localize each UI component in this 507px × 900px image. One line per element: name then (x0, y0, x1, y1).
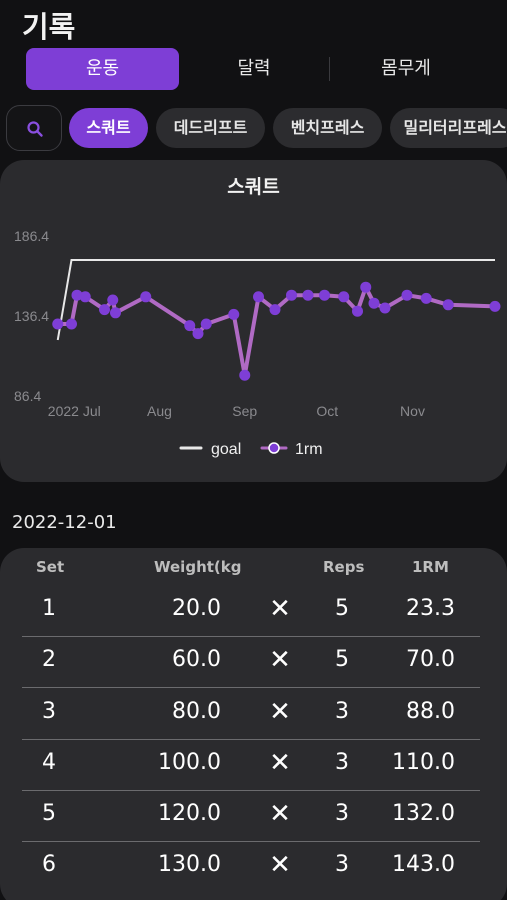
one-rm-point (66, 318, 77, 330)
one-rm-point (286, 289, 297, 301)
one-rm-point (79, 291, 91, 303)
squat-1rm-chart: 186.4 136.4 86.4 2022 Jul Aug Sep Oct Nov goal 1r… (14, 228, 501, 458)
table-row[interactable]: 2 60.0 ✕ 5 70.0 (0, 637, 507, 688)
table-row[interactable]: 4 100.0 ✕ 3 110.0 (0, 740, 507, 791)
set-number: 2 (42, 647, 56, 672)
cross-icon: ✕ (269, 850, 291, 880)
weight-value: 60.0 (172, 647, 221, 672)
y-tick-label: 136.4 (14, 308, 49, 324)
one-rm-point (352, 305, 363, 317)
x-tick-label: Sep (232, 403, 257, 419)
table-row[interactable]: 3 80.0 ✕ 3 88.0 (0, 689, 507, 740)
chip-bench-press[interactable]: 벤치프레스 (273, 108, 382, 148)
reps-value: 3 (335, 699, 349, 724)
table-row[interactable]: 1 20.0 ✕ 5 23.3 (0, 586, 507, 637)
one-rm-point (253, 291, 264, 303)
chip-military-press[interactable]: 밀리터리프레스 (390, 108, 507, 148)
one-rm-point (107, 294, 119, 306)
reps-value: 3 (335, 750, 349, 775)
exercise-chip-row: 스쿼트 데드리프트 벤치프레스 밀리터리프레스 (0, 104, 507, 152)
row-divider (22, 687, 480, 688)
set-number: 5 (42, 801, 56, 826)
one-rm-point (368, 297, 380, 309)
one-rm-point (401, 289, 413, 301)
header-reps: Reps (323, 558, 365, 576)
table-row[interactable]: 5 120.0 ✕ 3 132.0 (0, 791, 507, 842)
reps-value: 5 (335, 647, 349, 672)
reps-value: 5 (335, 596, 349, 621)
reps-value: 3 (335, 852, 349, 877)
chip-deadlift[interactable]: 데드리프트 (156, 108, 265, 148)
segmented-tabs: 운동 달력 몸무게 (26, 48, 482, 90)
one-rm-value: 132.0 (392, 801, 455, 826)
cross-icon: ✕ (269, 697, 291, 727)
x-tick-label: Oct (316, 403, 338, 419)
table-row[interactable]: 6 130.0 ✕ 3 143.0 (0, 842, 507, 893)
y-tick-label: 86.4 (14, 388, 41, 404)
cross-icon: ✕ (269, 594, 291, 624)
weight-value: 100.0 (158, 750, 221, 775)
one-rm-point (489, 300, 501, 312)
cross-icon: ✕ (269, 748, 291, 778)
one-rm-value: 143.0 (392, 852, 455, 877)
set-number: 3 (42, 699, 56, 724)
tab-exercise[interactable]: 운동 (26, 48, 179, 90)
tab-body-weight[interactable]: 몸무게 (330, 48, 482, 90)
one-rm-point (99, 304, 110, 316)
weight-value: 20.0 (172, 596, 221, 621)
record-screen: 기록 운동 달력 몸무게 스쿼트 데드리프트 벤치프레스 밀리터리프레스 스쿼트… (0, 0, 507, 900)
one-rm-point (52, 318, 64, 330)
one-rm-point (228, 308, 240, 320)
one-rm-point (302, 289, 314, 301)
one-rm-point (442, 299, 454, 311)
one-rm-point (379, 302, 391, 314)
one-rm-point (338, 291, 350, 303)
cross-icon: ✕ (269, 645, 291, 675)
one-rm-value: 110.0 (392, 750, 455, 775)
search-icon (27, 121, 43, 137)
one-rm-point (319, 289, 330, 301)
session-date: 2022-12-01 (12, 512, 117, 533)
one-rm-point (140, 291, 152, 303)
reps-value: 3 (335, 801, 349, 826)
tab-calendar[interactable]: 달력 (179, 48, 329, 90)
one-rm-point (192, 328, 204, 340)
weight-value: 80.0 (172, 699, 221, 724)
set-number: 6 (42, 852, 56, 877)
header-weight: Weight(kg (154, 558, 242, 576)
one-rm-point (360, 281, 372, 293)
x-tick-label: 2022 Jul (48, 403, 101, 419)
one-rm-point (200, 318, 212, 330)
y-tick-label: 186.4 (14, 228, 49, 244)
one-rm-value: 70.0 (406, 647, 455, 672)
weight-value: 120.0 (158, 801, 221, 826)
one-rm-value: 23.3 (406, 596, 455, 621)
one-rm-point (420, 292, 432, 304)
header-set: Set (36, 558, 65, 576)
page-title: 기록 (22, 10, 76, 44)
x-tick-label: Aug (147, 403, 172, 419)
x-tick-label: Nov (400, 403, 425, 419)
legend-1rm-label: 1rm (295, 441, 323, 458)
set-number: 4 (42, 750, 56, 775)
one-rm-value: 88.0 (406, 699, 455, 724)
legend-1rm-marker (268, 442, 280, 454)
legend-goal-label: goal (211, 441, 241, 458)
header-1rm: 1RM (412, 558, 449, 576)
weight-value: 130.0 (158, 852, 221, 877)
cross-icon: ✕ (269, 799, 291, 829)
one-rm-point (110, 307, 121, 319)
one-rm-point (239, 369, 251, 381)
set-number: 1 (42, 596, 56, 621)
chip-squat[interactable]: 스쿼트 (69, 108, 148, 148)
one-rm-point (184, 320, 196, 332)
search-button[interactable] (6, 105, 62, 151)
one-rm-point (269, 304, 281, 316)
